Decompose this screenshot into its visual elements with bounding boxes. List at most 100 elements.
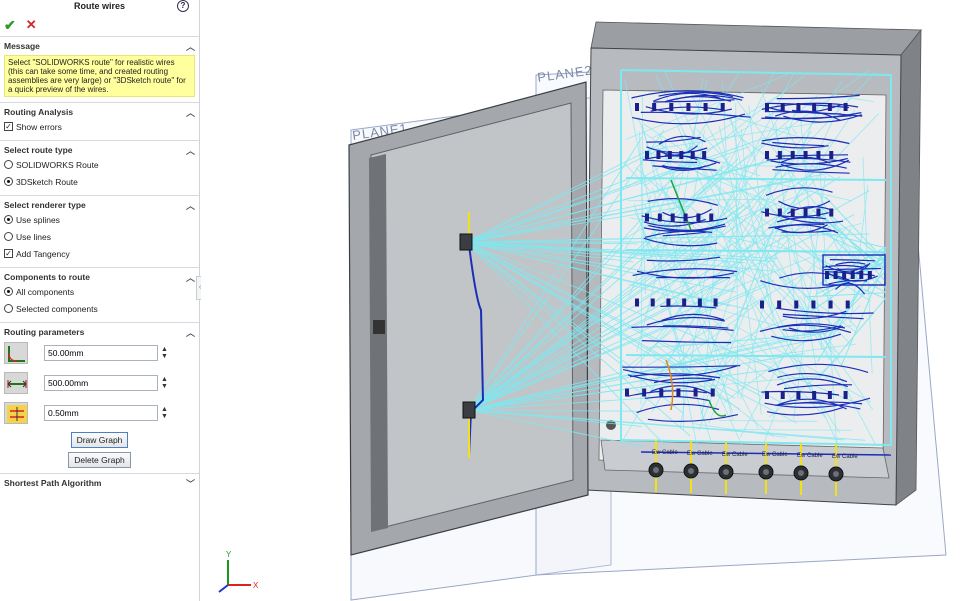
terminal-block xyxy=(812,391,817,399)
show-errors-checkbox[interactable]: ✓ xyxy=(4,122,13,131)
chevron-up-icon[interactable]: ︿ xyxy=(186,106,195,119)
terminal-block xyxy=(659,388,664,397)
terminal-block xyxy=(682,298,687,307)
terminal-block xyxy=(635,298,639,307)
show-errors-option[interactable]: ✓ Show errors xyxy=(4,118,195,135)
terminal-block xyxy=(679,151,684,159)
add-tangency-option[interactable]: ✓ Add Tangency xyxy=(4,245,195,262)
message-group-header[interactable]: Message ︿ xyxy=(4,40,195,52)
group-title: Select renderer type xyxy=(4,200,86,210)
checkmark-icon[interactable]: ✔ xyxy=(4,17,16,34)
chevron-up-icon[interactable]: ︿ xyxy=(186,40,195,53)
terminal-block xyxy=(635,103,639,111)
terminal-block xyxy=(713,298,718,307)
option-label: Use splines xyxy=(16,214,60,225)
option-label: Selected components xyxy=(16,303,98,314)
cable-gland-hole xyxy=(723,469,729,475)
routing-parameters-group: Routing parameters ︿ ▲▼ ▲▼ ▲▼ Draw Graph… xyxy=(0,322,199,473)
renderer-type-group: Select renderer type ︿ Use splines Use l… xyxy=(0,195,199,267)
terminal-block xyxy=(760,300,764,309)
route-type-header[interactable]: Select route type ︿ xyxy=(4,144,195,156)
use-splines-radio[interactable] xyxy=(4,215,13,224)
cable-gland-hole xyxy=(688,468,694,474)
cable-label: Ew Cable xyxy=(652,450,678,456)
axis-triad: Y X xyxy=(218,550,259,593)
question-circle-icon[interactable]: ? xyxy=(177,0,189,12)
cable-label: Ew Cable xyxy=(832,454,858,460)
delete-graph-button[interactable]: Delete Graph xyxy=(68,452,131,468)
terminal-block xyxy=(829,208,834,217)
solidworks-route-option[interactable]: SOLIDWORKS Route xyxy=(4,156,195,173)
terminal-block xyxy=(796,391,801,399)
cable-gland-hole xyxy=(763,469,769,475)
door-latch[interactable] xyxy=(373,320,385,334)
wire-spacing-icon xyxy=(4,402,28,424)
door-inner-panel xyxy=(370,102,574,531)
terminal-block xyxy=(829,151,834,159)
group-title: Routing Analysis xyxy=(4,107,74,117)
x-icon[interactable]: ✕ xyxy=(26,17,37,33)
terminal-block xyxy=(867,271,872,279)
cable-label: Ew Cable xyxy=(762,452,788,458)
use-splines-option[interactable]: Use splines xyxy=(4,211,195,228)
chevron-up-icon[interactable]: ︿ xyxy=(186,271,195,284)
wire-spacing-input[interactable] xyxy=(44,405,158,421)
group-title: Routing parameters xyxy=(4,327,85,337)
terminal-block xyxy=(794,300,799,309)
chevron-up-icon[interactable]: ︿ xyxy=(186,144,195,157)
draw-graph-button[interactable]: Draw Graph xyxy=(70,432,129,448)
terminal-block xyxy=(780,103,785,111)
cable-gland-hole xyxy=(653,467,659,473)
terminal-block xyxy=(843,391,848,399)
chevron-down-icon[interactable]: ﹀ xyxy=(186,477,195,490)
spinner-arrows-icon[interactable]: ▲ ▼ xyxy=(161,346,169,360)
use-lines-radio[interactable] xyxy=(4,232,13,241)
terminal-block xyxy=(670,213,675,222)
components-header[interactable]: Components to route ︿ xyxy=(4,271,195,283)
group-title: Components to route xyxy=(4,272,90,282)
bend-radius-icon xyxy=(4,342,28,364)
terminal-block xyxy=(803,151,808,159)
terminal-block xyxy=(777,151,782,159)
use-lines-option[interactable]: Use lines xyxy=(4,228,195,245)
selected-components-radio[interactable] xyxy=(4,304,13,313)
terminal-block xyxy=(720,103,725,111)
selected-components-option[interactable]: Selected components xyxy=(4,300,195,317)
terminal-block xyxy=(842,271,847,279)
param-row-bend-radius: ▲▼ xyxy=(4,338,195,368)
solidworks-route-radio[interactable] xyxy=(4,160,13,169)
terminal-block xyxy=(845,300,850,309)
chevron-up-icon[interactable]: ︿ xyxy=(186,199,195,212)
terminal-block xyxy=(833,271,838,279)
terminal-block xyxy=(765,151,769,159)
param-row-length-offset: ▲▼ xyxy=(4,368,195,398)
shortest-path-header[interactable]: Shortest Path Algorithm ﹀ xyxy=(4,477,195,489)
terminal-block xyxy=(811,300,816,309)
bend-radius-input[interactable] xyxy=(44,345,158,361)
renderer-type-header[interactable]: Select renderer type ︿ xyxy=(4,199,195,211)
cabinet-3d-model[interactable]: PLANE1 PLANE2 Ew Cable Ew Cable Ew Cable Ew… xyxy=(201,0,960,601)
3dsketch-route-option[interactable]: 3DSketch Route xyxy=(4,173,195,190)
length-offset-input[interactable] xyxy=(44,375,158,391)
routing-analysis-header[interactable]: Routing Analysis ︿ xyxy=(4,106,195,118)
all-components-radio[interactable] xyxy=(4,287,13,296)
option-label: Add Tangency xyxy=(16,248,70,259)
terminal-block xyxy=(850,271,855,279)
components-group: Components to route ︿ All components Sel… xyxy=(0,267,199,322)
terminal-block xyxy=(827,391,832,399)
routing-parameters-header[interactable]: Routing parameters ︿ xyxy=(4,326,195,338)
panel-title: Route wires xyxy=(73,1,125,11)
terminal-block xyxy=(667,151,672,159)
all-components-option[interactable]: All components xyxy=(4,283,195,300)
option-label: SOLIDWORKS Route xyxy=(16,159,99,170)
spinner-arrows-icon[interactable]: ▲ ▼ xyxy=(161,406,169,420)
graphics-viewport[interactable]: PLANE1 PLANE2 Ew Cable Ew Cable Ew Cable Ew… xyxy=(201,0,960,601)
chevron-up-icon[interactable]: ︿ xyxy=(186,326,195,339)
spinner-arrows-icon[interactable]: ▲ ▼ xyxy=(161,376,169,390)
shortest-path-group: Shortest Path Algorithm ﹀ xyxy=(0,473,199,494)
terminal-block xyxy=(676,388,681,397)
3dsketch-route-radio[interactable] xyxy=(4,177,13,186)
add-tangency-checkbox[interactable]: ✓ xyxy=(4,249,13,258)
terminal-block xyxy=(825,271,829,279)
panel-actions: ✔ ✕ xyxy=(0,14,199,36)
